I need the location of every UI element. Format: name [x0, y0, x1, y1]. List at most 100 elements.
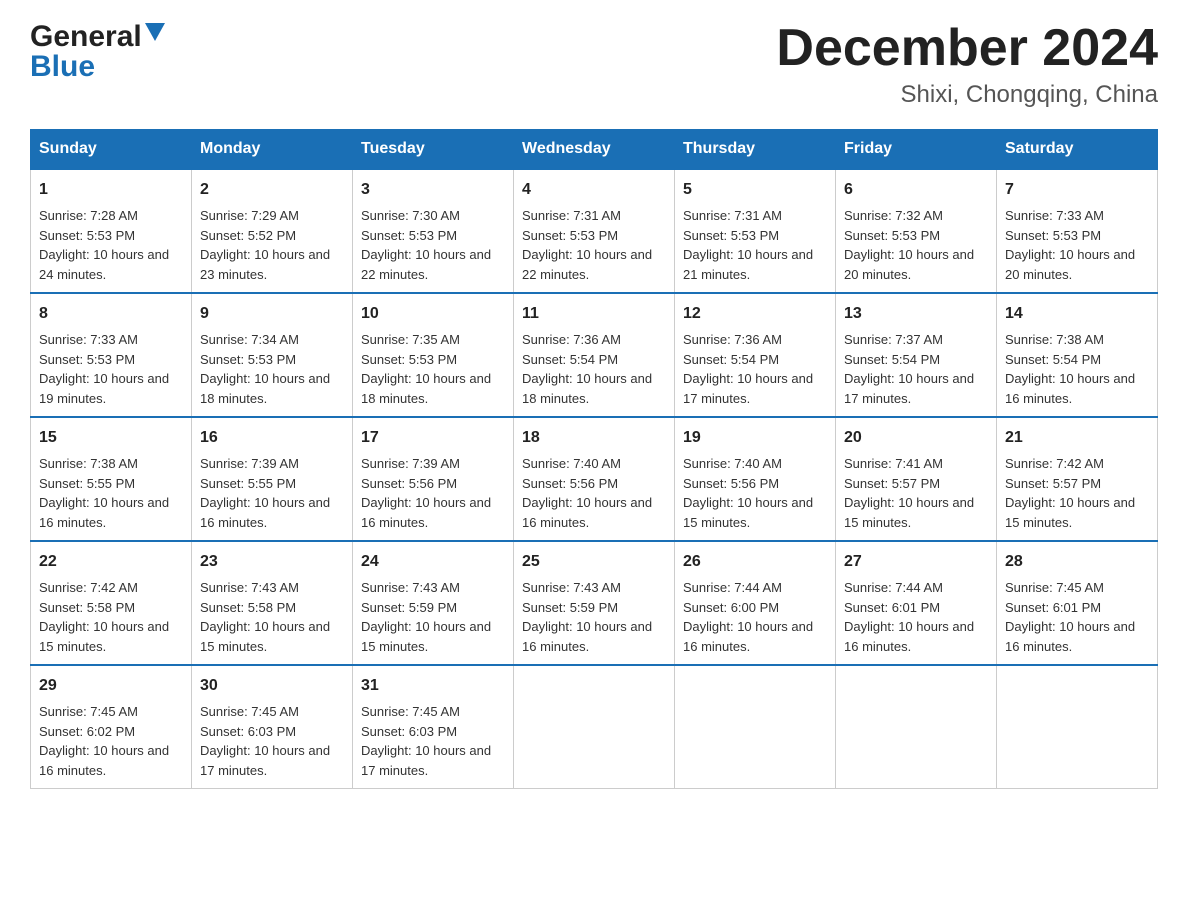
- calendar-week-row: 8 Sunrise: 7:33 AM Sunset: 5:53 PM Dayli…: [31, 293, 1158, 417]
- logo-blue-text: Blue: [30, 50, 95, 83]
- calendar-subtitle: Shixi, Chongqing, China: [776, 81, 1158, 109]
- daylight-info: Daylight: 10 hours and 17 minutes.: [200, 743, 330, 778]
- daylight-info: Daylight: 10 hours and 20 minutes.: [1005, 247, 1135, 282]
- day-number: 18: [522, 426, 666, 450]
- calendar-cell: 4 Sunrise: 7:31 AM Sunset: 5:53 PM Dayli…: [514, 169, 675, 293]
- day-number: 22: [39, 550, 183, 574]
- sunset-info: Sunset: 6:03 PM: [200, 724, 296, 739]
- sunset-info: Sunset: 5:53 PM: [1005, 228, 1101, 243]
- daylight-info: Daylight: 10 hours and 18 minutes.: [361, 371, 491, 406]
- day-number: 8: [39, 302, 183, 326]
- sunrise-info: Sunrise: 7:43 AM: [200, 580, 299, 595]
- sunset-info: Sunset: 5:54 PM: [844, 352, 940, 367]
- daylight-info: Daylight: 10 hours and 22 minutes.: [522, 247, 652, 282]
- calendar-cell: 20 Sunrise: 7:41 AM Sunset: 5:57 PM Dayl…: [836, 417, 997, 541]
- day-number: 2: [200, 178, 344, 202]
- calendar-cell: 17 Sunrise: 7:39 AM Sunset: 5:56 PM Dayl…: [353, 417, 514, 541]
- sunrise-info: Sunrise: 7:35 AM: [361, 332, 460, 347]
- day-number: 6: [844, 178, 988, 202]
- calendar-cell: 11 Sunrise: 7:36 AM Sunset: 5:54 PM Dayl…: [514, 293, 675, 417]
- day-number: 27: [844, 550, 988, 574]
- sunrise-info: Sunrise: 7:37 AM: [844, 332, 943, 347]
- daylight-info: Daylight: 10 hours and 17 minutes.: [361, 743, 491, 778]
- calendar-cell: 16 Sunrise: 7:39 AM Sunset: 5:55 PM Dayl…: [192, 417, 353, 541]
- daylight-info: Daylight: 10 hours and 18 minutes.: [200, 371, 330, 406]
- calendar-cell: 5 Sunrise: 7:31 AM Sunset: 5:53 PM Dayli…: [675, 169, 836, 293]
- day-number: 19: [683, 426, 827, 450]
- calendar-cell: 25 Sunrise: 7:43 AM Sunset: 5:59 PM Dayl…: [514, 541, 675, 665]
- calendar-cell: 26 Sunrise: 7:44 AM Sunset: 6:00 PM Dayl…: [675, 541, 836, 665]
- page-header: General Blue December 2024 Shixi, Chongq…: [30, 20, 1158, 109]
- calendar-header-row: SundayMondayTuesdayWednesdayThursdayFrid…: [31, 130, 1158, 170]
- calendar-cell: 23 Sunrise: 7:43 AM Sunset: 5:58 PM Dayl…: [192, 541, 353, 665]
- daylight-info: Daylight: 10 hours and 16 minutes.: [522, 495, 652, 530]
- daylight-info: Daylight: 10 hours and 17 minutes.: [683, 371, 813, 406]
- daylight-info: Daylight: 10 hours and 16 minutes.: [39, 495, 169, 530]
- day-number: 20: [844, 426, 988, 450]
- calendar-cell: [675, 665, 836, 789]
- day-number: 24: [361, 550, 505, 574]
- day-number: 29: [39, 674, 183, 698]
- sunrise-info: Sunrise: 7:39 AM: [361, 456, 460, 471]
- daylight-info: Daylight: 10 hours and 21 minutes.: [683, 247, 813, 282]
- calendar-cell: 7 Sunrise: 7:33 AM Sunset: 5:53 PM Dayli…: [997, 169, 1158, 293]
- day-number: 26: [683, 550, 827, 574]
- calendar-week-row: 29 Sunrise: 7:45 AM Sunset: 6:02 PM Dayl…: [31, 665, 1158, 789]
- sunrise-info: Sunrise: 7:29 AM: [200, 208, 299, 223]
- sunset-info: Sunset: 5:54 PM: [1005, 352, 1101, 367]
- sunrise-info: Sunrise: 7:40 AM: [522, 456, 621, 471]
- calendar-cell: 24 Sunrise: 7:43 AM Sunset: 5:59 PM Dayl…: [353, 541, 514, 665]
- calendar-cell: [997, 665, 1158, 789]
- sunset-info: Sunset: 5:59 PM: [522, 600, 618, 615]
- sunrise-info: Sunrise: 7:34 AM: [200, 332, 299, 347]
- calendar-cell: 21 Sunrise: 7:42 AM Sunset: 5:57 PM Dayl…: [997, 417, 1158, 541]
- calendar-cell: 31 Sunrise: 7:45 AM Sunset: 6:03 PM Dayl…: [353, 665, 514, 789]
- sunset-info: Sunset: 5:53 PM: [522, 228, 618, 243]
- calendar-cell: [514, 665, 675, 789]
- day-number: 21: [1005, 426, 1149, 450]
- day-number: 12: [683, 302, 827, 326]
- calendar-cell: 22 Sunrise: 7:42 AM Sunset: 5:58 PM Dayl…: [31, 541, 192, 665]
- sunset-info: Sunset: 5:54 PM: [683, 352, 779, 367]
- daylight-info: Daylight: 10 hours and 16 minutes.: [1005, 371, 1135, 406]
- logo-triangle-icon: [145, 23, 167, 45]
- sunrise-info: Sunrise: 7:32 AM: [844, 208, 943, 223]
- daylight-info: Daylight: 10 hours and 19 minutes.: [39, 371, 169, 406]
- calendar-cell: 1 Sunrise: 7:28 AM Sunset: 5:53 PM Dayli…: [31, 169, 192, 293]
- sunset-info: Sunset: 5:53 PM: [39, 352, 135, 367]
- calendar-cell: 8 Sunrise: 7:33 AM Sunset: 5:53 PM Dayli…: [31, 293, 192, 417]
- daylight-info: Daylight: 10 hours and 16 minutes.: [683, 619, 813, 654]
- sunrise-info: Sunrise: 7:30 AM: [361, 208, 460, 223]
- daylight-info: Daylight: 10 hours and 15 minutes.: [39, 619, 169, 654]
- calendar-cell: 15 Sunrise: 7:38 AM Sunset: 5:55 PM Dayl…: [31, 417, 192, 541]
- sunrise-info: Sunrise: 7:45 AM: [39, 704, 138, 719]
- daylight-info: Daylight: 10 hours and 16 minutes.: [39, 743, 169, 778]
- sunrise-info: Sunrise: 7:42 AM: [1005, 456, 1104, 471]
- sunset-info: Sunset: 5:55 PM: [200, 476, 296, 491]
- calendar-title-section: December 2024 Shixi, Chongqing, China: [776, 20, 1158, 109]
- sunrise-info: Sunrise: 7:41 AM: [844, 456, 943, 471]
- sunset-info: Sunset: 6:01 PM: [844, 600, 940, 615]
- calendar-cell: 30 Sunrise: 7:45 AM Sunset: 6:03 PM Dayl…: [192, 665, 353, 789]
- day-number: 4: [522, 178, 666, 202]
- calendar-week-row: 22 Sunrise: 7:42 AM Sunset: 5:58 PM Dayl…: [31, 541, 1158, 665]
- day-number: 1: [39, 178, 183, 202]
- sunset-info: Sunset: 5:53 PM: [39, 228, 135, 243]
- column-header-thursday: Thursday: [675, 130, 836, 170]
- sunset-info: Sunset: 5:56 PM: [361, 476, 457, 491]
- day-number: 10: [361, 302, 505, 326]
- day-number: 28: [1005, 550, 1149, 574]
- calendar-week-row: 1 Sunrise: 7:28 AM Sunset: 5:53 PM Dayli…: [31, 169, 1158, 293]
- daylight-info: Daylight: 10 hours and 20 minutes.: [844, 247, 974, 282]
- sunrise-info: Sunrise: 7:38 AM: [39, 456, 138, 471]
- sunrise-info: Sunrise: 7:28 AM: [39, 208, 138, 223]
- sunrise-info: Sunrise: 7:42 AM: [39, 580, 138, 595]
- daylight-info: Daylight: 10 hours and 23 minutes.: [200, 247, 330, 282]
- calendar-cell: 2 Sunrise: 7:29 AM Sunset: 5:52 PM Dayli…: [192, 169, 353, 293]
- day-number: 30: [200, 674, 344, 698]
- sunset-info: Sunset: 6:01 PM: [1005, 600, 1101, 615]
- calendar-cell: 3 Sunrise: 7:30 AM Sunset: 5:53 PM Dayli…: [353, 169, 514, 293]
- calendar-cell: 6 Sunrise: 7:32 AM Sunset: 5:53 PM Dayli…: [836, 169, 997, 293]
- sunset-info: Sunset: 5:53 PM: [683, 228, 779, 243]
- sunset-info: Sunset: 5:53 PM: [844, 228, 940, 243]
